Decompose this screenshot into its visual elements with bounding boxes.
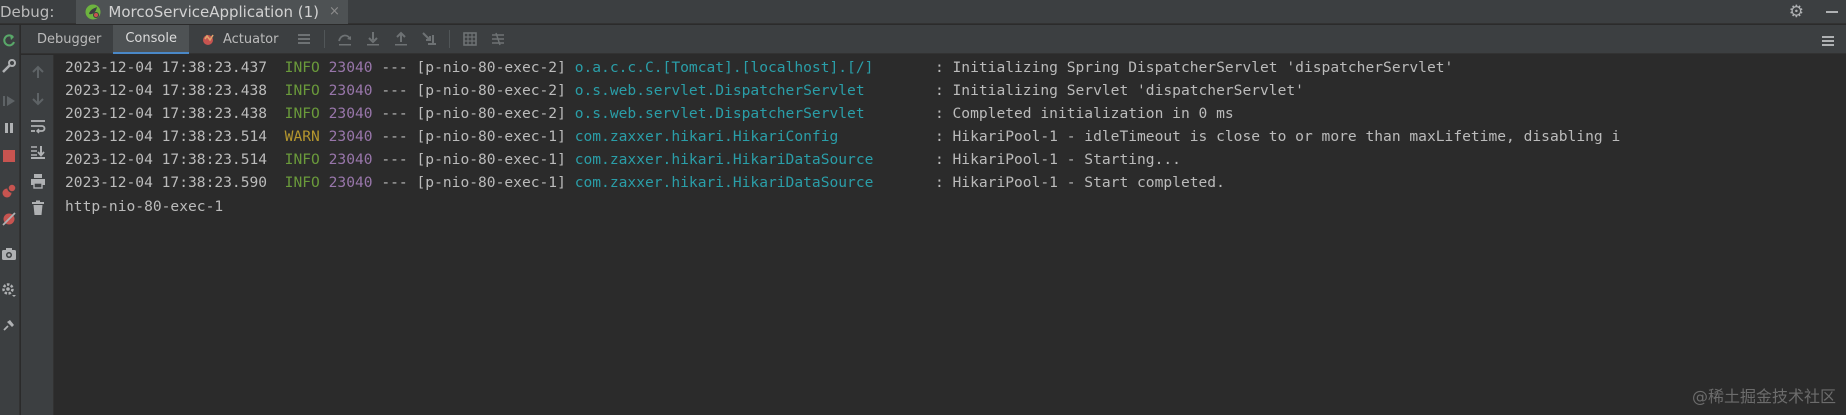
settings-icon[interactable] [0,281,18,299]
log-logger: o.s.web.servlet.DispatcherServlet [574,105,865,122]
stop-icon[interactable] [0,147,18,165]
log-separator: --- [381,128,408,145]
log-level: INFO [284,105,320,122]
tab-actuator[interactable]: Actuator [189,25,291,54]
camera-icon[interactable] [0,245,18,263]
console-output[interactable]: 2023-12-04 17:38:23.437 INFO 23040 --- [… [54,55,1846,415]
log-timestamp: 2023-12-04 17:38:23.590 [65,174,268,191]
toolbar-separator [324,30,326,48]
log-logger: o.a.c.c.C.[Tomcat].[localhost].[/] [574,59,874,76]
log-line: 2023-12-04 17:38:23.514 INFO 23040 --- [… [65,148,1181,171]
log-timestamp: 2023-12-04 17:38:23.514 [65,128,268,145]
run-config-label: MorcoServiceApplication (1) [108,2,320,21]
log-line: 2023-12-04 17:38:23.437 INFO 23040 --- [… [65,56,1453,79]
log-line: 2023-12-04 17:38:23.514 WARN 23040 --- [… [65,125,1620,148]
tab-debugger[interactable]: Debugger [21,25,113,54]
mute-breakpoints-icon[interactable] [0,210,18,228]
close-tab-icon[interactable]: × [329,4,340,19]
log-level: INFO [284,59,320,76]
log-message: : HikariPool-1 - Start completed. [934,174,1225,191]
log-level: INFO [284,82,320,99]
log-thread: [p-nio-80-exec-1] [416,128,566,145]
left-debug-toolbar [0,25,20,415]
log-timestamp: 2023-12-04 17:38:23.438 [65,105,268,122]
log-message: : Completed initialization in 0 ms [934,105,1234,122]
pin-icon[interactable] [0,316,18,334]
log-separator: --- [381,59,408,76]
log-message: : Initializing Spring DispatcherServlet … [934,59,1454,76]
debug-label: Debug: [0,2,55,21]
log-logger: com.zaxxer.hikari.HikariDataSource [574,151,874,168]
log-line: 2023-12-04 17:38:23.438 INFO 23040 --- [… [65,79,1304,102]
run-config-tab[interactable]: MorcoServiceApplication (1) × [76,0,348,24]
log-timestamp: 2023-12-04 17:38:23.438 [65,82,268,99]
trash-icon[interactable] [29,199,47,217]
log-thread: [p-nio-80-exec-1] [416,151,566,168]
log-separator: --- [381,151,408,168]
print-icon[interactable] [29,172,47,190]
log-line-plain: http-nio-80-exec-1 [65,198,224,215]
log-thread: [p-nio-80-exec-2] [416,105,566,122]
log-logger: o.s.web.servlet.DispatcherServlet [574,82,865,99]
up-arrow-icon[interactable] [29,63,47,81]
layout-icon[interactable] [294,29,314,49]
log-logger: com.zaxxer.hikari.HikariConfig [574,128,839,145]
log-pid: 23040 [328,151,373,168]
log-timestamp: 2023-12-04 17:38:23.514 [65,151,268,168]
down-arrow-icon[interactable] [29,90,47,108]
step-over-icon[interactable] [335,29,355,49]
restore-layout-icon[interactable] [1818,31,1838,51]
wrench-icon[interactable] [0,57,18,75]
log-timestamp: 2023-12-04 17:38:23.437 [65,59,268,76]
log-separator: --- [381,174,408,191]
trace-icon[interactable] [488,29,508,49]
log-pid: 23040 [328,128,373,145]
log-message: : Initializing Servlet 'dispatcherServle… [934,82,1304,99]
watermark: @稀土掘金技术社区 [1691,387,1836,406]
resume-icon[interactable] [0,92,18,110]
log-separator: --- [381,82,408,99]
tab-console-label: Console [125,30,177,46]
log-line: 2023-12-04 17:38:23.438 INFO 23040 --- [… [65,102,1234,125]
log-pid: 23040 [328,82,373,99]
evaluate-icon[interactable] [460,29,480,49]
debug-header: Debug: MorcoServiceApplication (1) × ⚙ [0,0,1846,24]
step-out-icon[interactable] [391,29,411,49]
log-level: WARN [284,128,320,145]
toolbar-separator [449,30,451,48]
view-breakpoints-icon[interactable] [0,182,18,200]
debug-tabs-toolbar: Debugger Console Actuator [21,24,1846,54]
console-toolbar [21,55,54,415]
log-message: : HikariPool-1 - Starting... [934,151,1181,168]
log-thread: [p-nio-80-exec-1] [416,174,566,191]
log-thread: [p-nio-80-exec-2] [416,82,566,99]
log-level: INFO [284,151,320,168]
gear-icon[interactable]: ⚙ [1789,2,1804,22]
log-pid: 23040 [328,174,373,191]
log-line: 2023-12-04 17:38:23.590 INFO 23040 --- [… [65,171,1225,194]
tab-console[interactable]: Console [113,24,189,54]
log-pid: 23040 [328,59,373,76]
tab-debugger-label: Debugger [37,31,102,47]
log-message: : HikariPool-1 - idleTimeout is close to… [934,128,1621,145]
log-level: INFO [284,174,320,191]
minimize-icon[interactable] [1826,11,1838,13]
log-thread: [p-nio-80-exec-2] [416,59,566,76]
spring-boot-icon [84,3,102,21]
scroll-to-end-icon[interactable] [29,143,47,161]
tab-actuator-label: Actuator [222,31,279,47]
log-pid: 23040 [328,105,373,122]
log-separator: --- [381,105,408,122]
rerun-icon[interactable] [0,31,18,49]
pause-icon[interactable] [0,119,18,137]
log-logger: com.zaxxer.hikari.HikariDataSource [574,174,874,191]
actuator-icon [201,31,217,47]
run-to-cursor-icon[interactable] [419,29,439,49]
step-into-icon[interactable] [363,29,383,49]
soft-wrap-icon[interactable] [29,117,47,135]
